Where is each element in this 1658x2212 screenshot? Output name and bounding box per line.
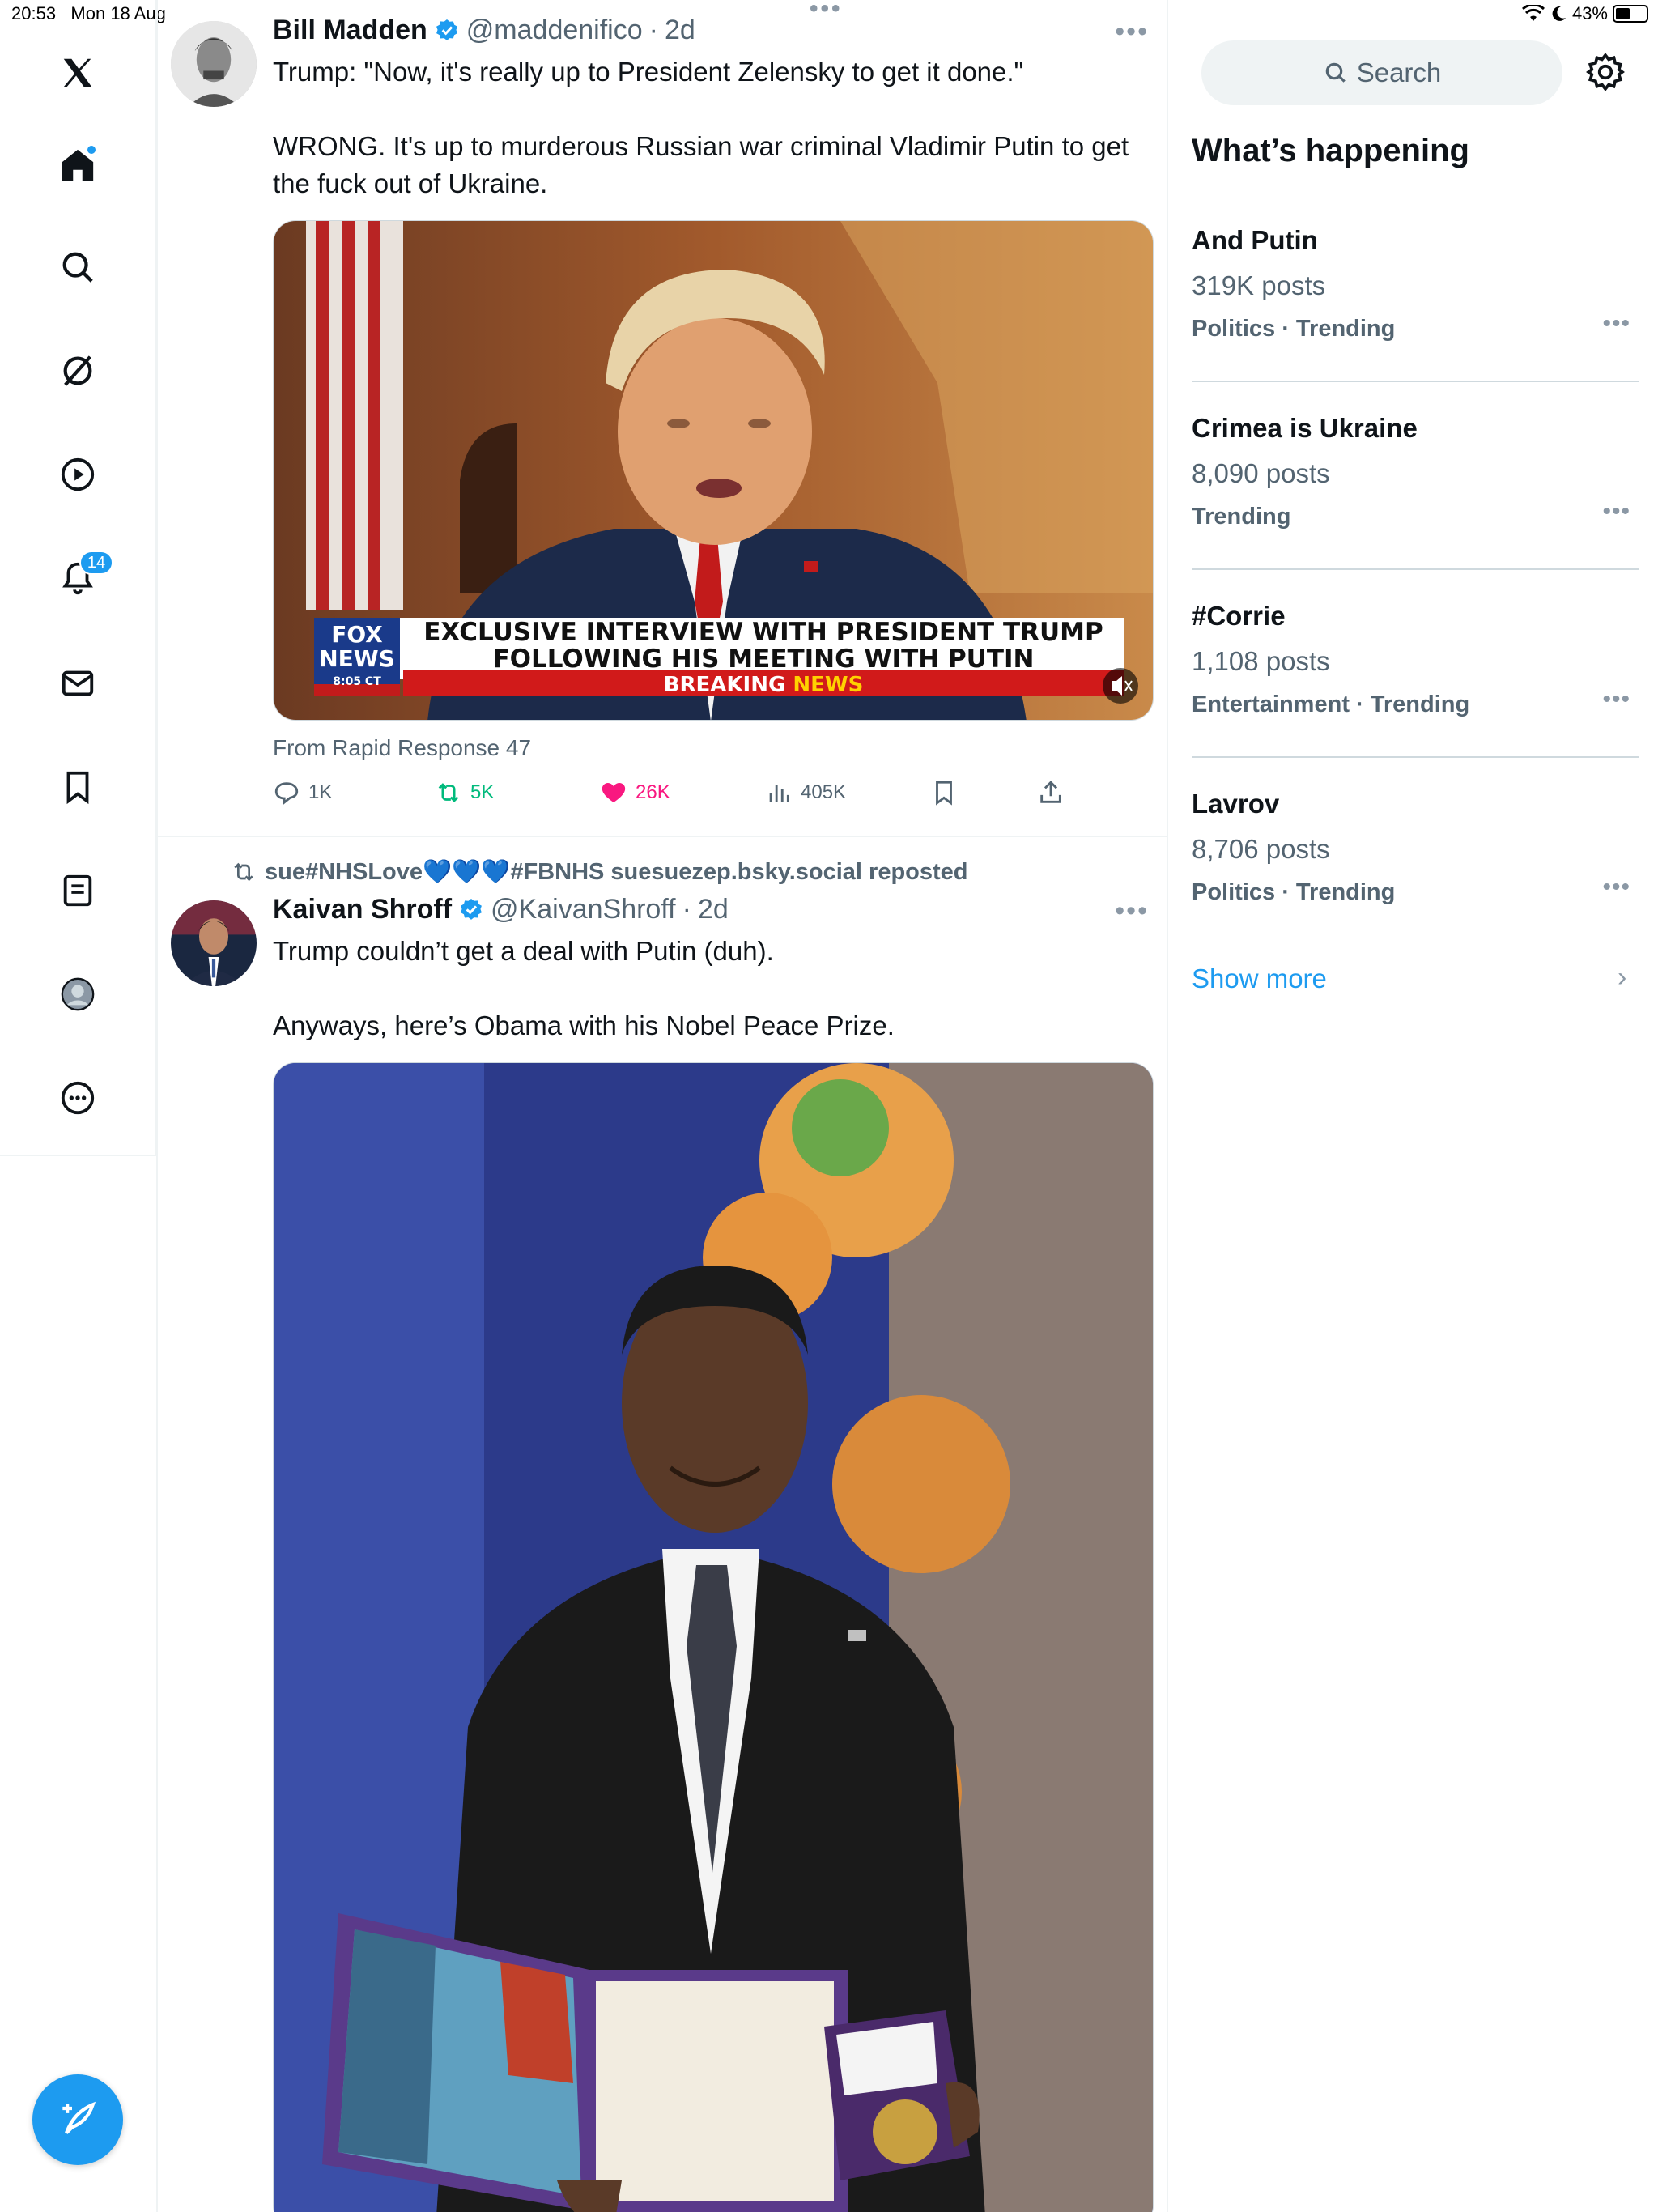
chevron-right-icon[interactable]: ›: [1618, 962, 1626, 993]
heart-icon: [602, 782, 626, 803]
video-icon[interactable]: [47, 444, 108, 505]
moon-icon: [1552, 6, 1566, 21]
photo-obama-nobel: [274, 1063, 1153, 2212]
search-icon[interactable]: [47, 236, 108, 298]
grok-icon[interactable]: [47, 340, 108, 402]
status-icons: 43%: [1521, 3, 1648, 24]
more-icon[interactable]: [47, 1067, 108, 1129]
bookmark-button[interactable]: [930, 779, 1037, 806]
gear-icon[interactable]: [1585, 52, 1626, 92]
share-button[interactable]: [1037, 779, 1065, 806]
avatar[interactable]: [171, 900, 257, 986]
profile-icon[interactable]: [47, 963, 108, 1025]
trend-item[interactable]: Crimea is Ukraine 8,090 posts Trending •…: [1192, 413, 1639, 530]
mail-icon[interactable]: [47, 653, 108, 714]
like-count: 26K: [636, 781, 670, 803]
compose-icon: [62, 2101, 96, 2134]
verified-icon: [461, 898, 482, 920]
verified-icon: [436, 19, 457, 40]
author-handle[interactable]: @maddenifico: [466, 15, 643, 46]
trend-item[interactable]: #Corrie 1,108 posts Entertainment · Tren…: [1192, 601, 1639, 718]
trend-posts: 319K posts: [1192, 270, 1326, 300]
trend-divider: [1192, 756, 1639, 758]
tweet-text: Trump couldn’t get a deal with Putin (du…: [273, 936, 895, 1040]
trend-more-icon[interactable]: •••: [1602, 686, 1630, 713]
tweet-header: Kaivan Shroff @KaivanShroff · 2d: [273, 894, 729, 925]
tweet-time[interactable]: 2d: [665, 15, 695, 46]
views-icon: [769, 785, 789, 802]
trend-category: Trending: [1192, 504, 1291, 530]
reposted-by-text: sue#NHSLove💙💙💙#FBNHS suesuezep.bsky.soci…: [265, 859, 968, 885]
search-icon: [1325, 62, 1346, 83]
tweet-actions: 1K 5K 26K 405K: [273, 779, 1154, 806]
bookmark-icon[interactable]: [47, 756, 108, 818]
trend-item[interactable]: Lavrov 8,706 posts Politics · Trending •…: [1192, 789, 1639, 906]
avatar[interactable]: [171, 21, 257, 107]
reply-count: 1K: [308, 781, 333, 803]
trend-item[interactable]: And Putin 319K posts Politics · Trending…: [1192, 225, 1639, 342]
trend-name: Lavrov: [1192, 789, 1280, 819]
tweet-image[interactable]: [273, 1062, 1154, 2212]
trend-more-icon[interactable]: •••: [1602, 498, 1630, 525]
whats-happening-title: What’s happening: [1192, 133, 1469, 168]
news-banner-text: EXCLUSIVE INTERVIEW WITH PRESIDENT TRUMP…: [423, 618, 1103, 698]
reply-icon: [274, 782, 299, 805]
trend-more-icon[interactable]: •••: [1602, 874, 1630, 901]
author-name[interactable]: Bill Madden: [273, 15, 427, 46]
trend-divider: [1192, 568, 1639, 570]
trend-name: Crimea is Ukraine: [1192, 413, 1418, 443]
tweet[interactable]: Bill Madden @maddenifico · 2d ••• Trump: "…: [158, 0, 1167, 836]
trend-category: Politics · Trending: [1192, 316, 1396, 342]
notifications-badge: 14: [79, 551, 113, 575]
reply-button[interactable]: 1K: [273, 779, 435, 806]
trend-more-icon[interactable]: •••: [1602, 310, 1630, 338]
compose-button[interactable]: [32, 2074, 123, 2165]
repost-icon: [234, 862, 253, 882]
tweet-header: Bill Madden @maddenifico · 2d: [273, 15, 695, 46]
video-source[interactable]: From Rapid Response 47: [273, 735, 531, 761]
x-logo-icon[interactable]: [47, 42, 108, 104]
search-input[interactable]: Search: [1201, 40, 1562, 105]
home-icon[interactable]: [47, 134, 108, 196]
fox-news-logo: FOX NEWS 8:05 CT: [319, 621, 395, 689]
repost-icon: [438, 783, 459, 802]
us-flag: [306, 221, 403, 610]
wifi-icon: [1521, 5, 1545, 21]
share-icon: [1040, 781, 1061, 803]
trend-category: Entertainment · Trending: [1192, 691, 1470, 717]
views-button[interactable]: 405K: [765, 779, 930, 806]
tweet-text: Trump: "Now, it's really up to President…: [273, 57, 1129, 198]
bell-icon[interactable]: 14: [47, 547, 113, 609]
trend-name: #Corrie: [1192, 601, 1286, 631]
author-handle[interactable]: @KaivanShroff: [491, 894, 676, 925]
trend-name: And Putin: [1192, 225, 1318, 255]
battery-icon: [1613, 5, 1648, 23]
tweet-video[interactable]: FOX NEWS 8:05 CT EXCLUSIVE INTERVIEW WIT…: [273, 220, 1154, 721]
tweet-time[interactable]: 2d: [698, 894, 729, 925]
author-name[interactable]: Kaivan Shroff: [273, 894, 452, 925]
home-notification-dot: [86, 144, 97, 155]
reposted-by[interactable]: sue#NHSLove💙💙💙#FBNHS suesuezep.bsky.soci…: [231, 858, 968, 886]
search-placeholder: Search: [1356, 57, 1442, 87]
trend-posts: 8,706 posts: [1192, 834, 1330, 864]
trend-category: Politics · Trending: [1192, 879, 1396, 905]
lists-icon[interactable]: [47, 860, 108, 921]
trend-divider: [1192, 381, 1639, 382]
more-options-icon[interactable]: •••: [1115, 16, 1149, 48]
show-more-link[interactable]: Show more: [1192, 963, 1327, 994]
tweet[interactable]: sue#NHSLove💙💙💙#FBNHS suesuezep.bsky.soci…: [158, 837, 1167, 2212]
trend-posts: 1,108 posts: [1192, 646, 1330, 676]
views-count: 405K: [801, 781, 847, 803]
bookmark-icon: [936, 781, 952, 806]
left-nav: 14: [0, 0, 156, 1156]
repost-count: 5K: [470, 781, 495, 803]
trend-posts: 8,090 posts: [1192, 458, 1330, 488]
more-options-icon[interactable]: •••: [1115, 895, 1149, 927]
like-button[interactable]: 26K: [600, 779, 765, 806]
repost-button[interactable]: 5K: [435, 779, 600, 806]
battery-percent: 43%: [1571, 3, 1608, 23]
feed-right-border: [1167, 0, 1168, 2212]
